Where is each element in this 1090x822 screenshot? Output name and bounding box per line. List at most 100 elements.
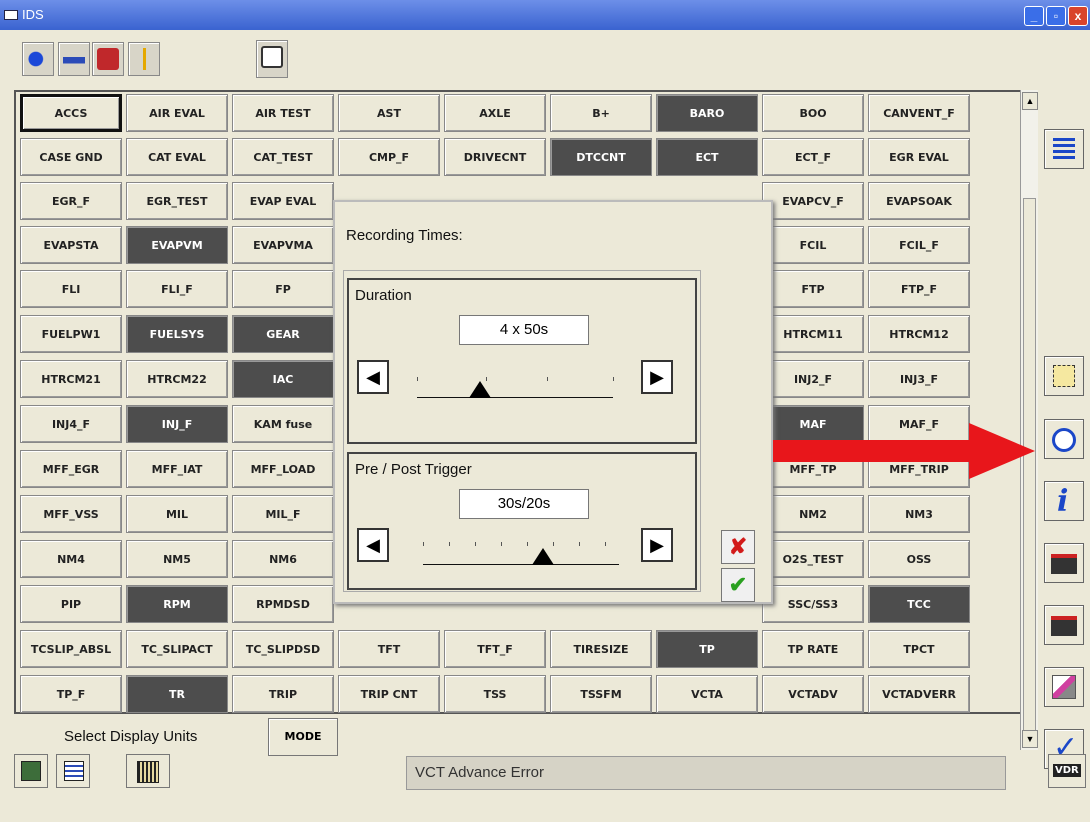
meter-view-button[interactable] — [126, 754, 170, 788]
duration-increase-button[interactable]: ▶ — [641, 360, 673, 394]
pid-view-button[interactable] — [14, 754, 48, 788]
pid-cell[interactable]: TP — [656, 630, 758, 668]
pid-cell[interactable]: ECT_F — [762, 138, 864, 176]
scroll-up-button[interactable]: ▲ — [1022, 92, 1038, 110]
pid-cell[interactable]: VCTA — [656, 675, 758, 713]
pid-cell[interactable]: MFF_VSS — [20, 495, 122, 533]
pid-cell[interactable]: BARO — [656, 94, 758, 132]
pid-cell[interactable]: IAC — [232, 360, 334, 398]
pid-cell[interactable]: RPM — [126, 585, 228, 623]
pid-cell[interactable]: INJ2_F — [762, 360, 864, 398]
pid-cell[interactable]: TRIP CNT — [338, 675, 440, 713]
trigger-slider-track[interactable] — [423, 564, 619, 565]
pid-cell[interactable]: BOO — [762, 94, 864, 132]
list-button[interactable] — [1044, 129, 1084, 169]
pid-cell[interactable]: TFT — [338, 630, 440, 668]
pid-cell[interactable]: HTRCM21 — [20, 360, 122, 398]
vdr-button[interactable] — [256, 40, 288, 78]
pid-cell[interactable]: OSS — [868, 540, 970, 578]
pid-cell[interactable]: TSSFM — [550, 675, 652, 713]
pid-cell[interactable]: INJ3_F — [868, 360, 970, 398]
pid-cell[interactable]: NM3 — [868, 495, 970, 533]
pid-cell[interactable]: CAT_TEST — [232, 138, 334, 176]
pid-cell[interactable]: EVAPVMA — [232, 226, 334, 264]
pid-cell[interactable]: EVAPVM — [126, 226, 228, 264]
close-button[interactable]: x — [1068, 6, 1088, 26]
pid-cell[interactable]: FTP_F — [868, 270, 970, 308]
pid-cell[interactable]: GEAR — [232, 315, 334, 353]
pid-cell[interactable]: TCSLIP_ABSL — [20, 630, 122, 668]
pid-cell[interactable]: MFF_IAT — [126, 450, 228, 488]
vehicle-button[interactable] — [58, 42, 90, 76]
pid-cell[interactable]: INJ_F — [126, 405, 228, 443]
pid-cell[interactable]: PIP — [20, 585, 122, 623]
pid-cell[interactable]: AXLE — [444, 94, 546, 132]
pid-cell[interactable]: EVAPCV_F — [762, 182, 864, 220]
pid-cell[interactable]: EVAPSOAK — [868, 182, 970, 220]
pid-cell[interactable]: EGR_TEST — [126, 182, 228, 220]
trigger-slider-thumb[interactable] — [532, 548, 554, 565]
pid-cell[interactable]: CMP_F — [338, 138, 440, 176]
pid-cell[interactable]: EVAP EVAL — [232, 182, 334, 220]
scroll-down-button[interactable]: ▼ — [1022, 730, 1038, 748]
pid-cell[interactable]: TP RATE — [762, 630, 864, 668]
pid-cell[interactable]: HTRCM22 — [126, 360, 228, 398]
pid-cell[interactable]: TC_SLIPDSD — [232, 630, 334, 668]
info-button[interactable]: i — [1044, 481, 1084, 521]
pid-cell[interactable]: CANVENT_F — [868, 94, 970, 132]
pid-cell[interactable]: HTRCM11 — [762, 315, 864, 353]
pid-cell[interactable]: MIL — [126, 495, 228, 533]
pid-cell[interactable]: EVAPSTA — [20, 226, 122, 264]
pid-cell[interactable]: EGR_F — [20, 182, 122, 220]
pid-cell[interactable]: TC_SLIPACT — [126, 630, 228, 668]
pid-cell[interactable]: AST — [338, 94, 440, 132]
pid-cell[interactable]: MFF_LOAD — [232, 450, 334, 488]
pid-cell[interactable]: EGR EVAL — [868, 138, 970, 176]
pid-cell[interactable]: HTRCM12 — [868, 315, 970, 353]
load-button[interactable] — [1044, 543, 1084, 583]
pid-cell[interactable]: TR — [126, 675, 228, 713]
pid-cell[interactable]: VCTADVERR — [868, 675, 970, 713]
pid-cell[interactable]: MFF_EGR — [20, 450, 122, 488]
pid-cell[interactable]: NM5 — [126, 540, 228, 578]
pid-cell[interactable]: MIL_F — [232, 495, 334, 533]
pid-cell[interactable]: ECT — [656, 138, 758, 176]
pid-cell[interactable]: FP — [232, 270, 334, 308]
back-button[interactable] — [22, 42, 54, 76]
duration-decrease-button[interactable]: ◀ — [357, 360, 389, 394]
pid-cell[interactable]: FCIL_F — [868, 226, 970, 264]
pid-cell[interactable]: FLI — [20, 270, 122, 308]
pid-cell[interactable]: FUELPW1 — [20, 315, 122, 353]
grid-scrollbar[interactable]: ▲ ▼ — [1020, 90, 1038, 750]
pid-cell[interactable]: NM6 — [232, 540, 334, 578]
pid-cell[interactable]: INJ4_F — [20, 405, 122, 443]
pid-cell[interactable]: VCTADV — [762, 675, 864, 713]
select-pid-button[interactable] — [1044, 356, 1084, 396]
signpost-button[interactable] — [128, 42, 160, 76]
pid-cell[interactable]: DTCCNT — [550, 138, 652, 176]
stopwatch-button[interactable] — [1044, 419, 1084, 459]
pid-cell[interactable]: CASE GND — [20, 138, 122, 176]
pid-cell[interactable]: TPCT — [868, 630, 970, 668]
edit-button[interactable] — [1044, 667, 1084, 707]
pid-cell[interactable]: FTP — [762, 270, 864, 308]
duration-slider-track[interactable] — [417, 397, 613, 398]
pid-cell[interactable]: FLI_F — [126, 270, 228, 308]
pid-cell[interactable]: DRIVECNT — [444, 138, 546, 176]
save-button[interactable] — [1044, 605, 1084, 645]
grid-view-button[interactable] — [56, 754, 90, 788]
pid-cell[interactable]: CAT EVAL — [126, 138, 228, 176]
toolbox-button[interactable] — [92, 42, 124, 76]
pid-cell[interactable]: B+ — [550, 94, 652, 132]
pid-cell[interactable]: ACCS — [20, 94, 122, 132]
pid-cell[interactable]: FUELSYS — [126, 315, 228, 353]
pid-cell[interactable]: TFT_F — [444, 630, 546, 668]
restore-button[interactable]: ▫ — [1046, 6, 1066, 26]
pid-cell[interactable]: TRIP — [232, 675, 334, 713]
trigger-increase-button[interactable]: ▶ — [641, 528, 673, 562]
pid-cell[interactable]: TIRESIZE — [550, 630, 652, 668]
pid-cell[interactable]: NM4 — [20, 540, 122, 578]
pid-cell[interactable]: TSS — [444, 675, 546, 713]
mode-button[interactable]: MODE — [268, 718, 338, 756]
pid-cell[interactable]: KAM fuse — [232, 405, 334, 443]
